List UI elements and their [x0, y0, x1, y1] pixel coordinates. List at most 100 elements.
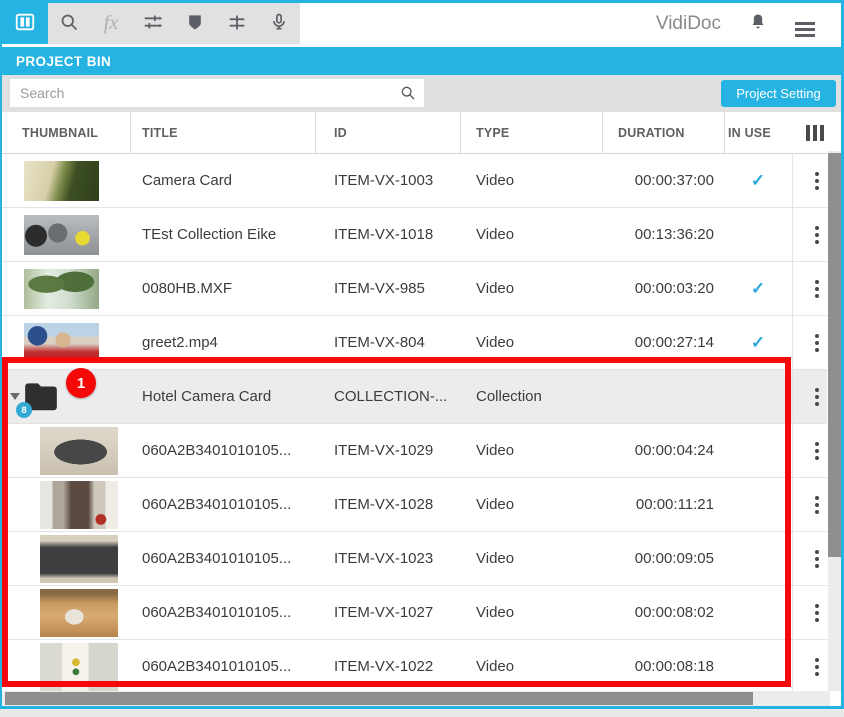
vertical-scrollbar-thumb[interactable]	[828, 153, 841, 557]
item-id: ITEM-VX-1022	[334, 640, 464, 691]
item-title: TEst Collection Eike	[142, 208, 328, 262]
row-menu-kebab-icon[interactable]	[802, 316, 827, 370]
search-tool-button[interactable]	[48, 3, 90, 44]
toolbar-icon-strip: fx	[2, 3, 300, 44]
item-id: ITEM-VX-985	[334, 262, 464, 316]
row-menu-kebab-icon[interactable]	[802, 532, 827, 586]
item-title: 060A2B3401010105...	[142, 478, 328, 532]
table-row-sub-item[interactable]: 060A2B3401010105... ITEM-VX-1022 Video 0…	[2, 640, 827, 691]
item-type: Video	[476, 586, 594, 640]
row-menu-kebab-icon[interactable]	[802, 478, 827, 532]
thumbnail[interactable]	[24, 215, 99, 255]
item-duration: 00:13:36:20	[600, 208, 714, 262]
item-title: Camera Card	[142, 154, 328, 208]
thumbnail[interactable]	[40, 481, 118, 529]
table-row-sub-item[interactable]: 060A2B3401010105... ITEM-VX-1028 Video 0…	[2, 478, 827, 532]
item-type: Video	[476, 532, 594, 586]
fx-effects-icon: fx	[104, 12, 118, 35]
table-body: Camera Card ITEM-VX-1003 Video 00:00:37:…	[2, 154, 827, 691]
effects-tool-button[interactable]: fx	[90, 3, 132, 44]
media-bin-tab[interactable]	[2, 3, 48, 44]
collection-folder-icon[interactable]: 8	[22, 376, 60, 418]
main-menu-button[interactable]	[795, 19, 821, 28]
toolbar-right: VidiDoc	[656, 3, 841, 44]
collection-count-badge: 8	[16, 402, 32, 418]
item-id: ITEM-VX-1029	[334, 424, 464, 478]
item-type: Video	[476, 478, 594, 532]
in-use-check-icon: ✓	[724, 262, 792, 316]
top-toolbar: fx Vi	[2, 3, 841, 44]
magnifier-icon[interactable]	[400, 85, 416, 106]
column-divider	[130, 112, 131, 153]
hamburger-icon	[795, 22, 815, 25]
filmstrip-icon	[14, 11, 36, 36]
item-duration: 00:00:04:24	[600, 424, 714, 478]
shield-tool-button[interactable]	[174, 3, 216, 44]
row-menu-kebab-icon[interactable]	[802, 424, 827, 478]
column-divider	[724, 112, 725, 153]
table-row-sub-item[interactable]: 060A2B3401010105... ITEM-VX-1029 Video 0…	[2, 424, 827, 478]
item-title: 060A2B3401010105...	[142, 424, 328, 478]
row-menu-kebab-icon[interactable]	[802, 640, 827, 691]
row-menu-kebab-icon[interactable]	[802, 370, 827, 424]
row-menu-kebab-icon[interactable]	[802, 154, 827, 208]
collapse-triangle-icon[interactable]	[10, 393, 20, 400]
item-type: Video	[476, 316, 594, 370]
item-duration: 00:00:08:18	[600, 640, 714, 691]
microphone-icon	[269, 12, 289, 35]
notifications-button[interactable]	[745, 12, 771, 35]
column-settings-icon[interactable]	[806, 125, 828, 141]
thumbnail[interactable]	[24, 161, 99, 201]
horizontal-scrollbar[interactable]	[2, 691, 830, 706]
project-setting-button[interactable]: Project Setting	[721, 80, 836, 107]
item-id: ITEM-VX-1027	[334, 586, 464, 640]
column-header-duration[interactable]: DURATION	[618, 112, 685, 154]
column-header-thumbnail[interactable]: THUMBNAIL	[22, 112, 98, 154]
thumbnail[interactable]	[40, 427, 118, 475]
item-title: 060A2B3401010105...	[142, 640, 328, 691]
adjust-tool-button[interactable]	[132, 3, 174, 44]
thumbnail[interactable]	[40, 643, 118, 691]
item-type: Video	[476, 208, 594, 262]
thumbnail[interactable]	[24, 323, 99, 363]
vididoc-window: fx Vi	[0, 0, 844, 709]
in-use-check-icon: ✓	[724, 154, 792, 208]
table-row[interactable]: greet2.mp4 ITEM-VX-804 Video 00:00:27:14…	[2, 316, 827, 370]
search-row: Project Setting	[2, 75, 841, 112]
shield-icon	[185, 12, 205, 35]
thumbnail[interactable]	[24, 269, 99, 309]
thumbnail[interactable]	[40, 589, 118, 637]
column-divider	[602, 112, 603, 153]
item-title: 060A2B3401010105...	[142, 586, 328, 640]
item-type: Video	[476, 154, 594, 208]
item-type: Video	[476, 424, 594, 478]
item-title: greet2.mp4	[142, 316, 328, 370]
collection-row[interactable]: 8 Hotel Camera Card COLLECTION-... Colle…	[2, 370, 827, 424]
row-menu-kebab-icon[interactable]	[802, 262, 827, 316]
column-header-title[interactable]: TITLE	[142, 112, 178, 154]
item-id: ITEM-VX-1028	[334, 478, 464, 532]
item-id: ITEM-VX-1018	[334, 208, 464, 262]
settings-sliders-button[interactable]	[216, 3, 258, 44]
table-row[interactable]: Camera Card ITEM-VX-1003 Video 00:00:37:…	[2, 154, 827, 208]
item-duration: 00:00:11:21	[600, 478, 714, 532]
table-row-sub-item[interactable]: 060A2B3401010105... ITEM-VX-1027 Video 0…	[2, 586, 827, 640]
search-input[interactable]	[10, 79, 424, 107]
column-header-type[interactable]: TYPE	[476, 112, 509, 154]
thumbnail[interactable]	[40, 535, 118, 583]
item-id: ITEM-VX-1023	[334, 532, 464, 586]
column-header-id[interactable]: ID	[334, 112, 347, 154]
horizontal-scrollbar-thumb[interactable]	[5, 692, 753, 705]
item-duration: 00:00:08:02	[600, 586, 714, 640]
vertical-scrollbar[interactable]	[828, 151, 841, 691]
column-divider	[460, 112, 461, 153]
row-menu-kebab-icon[interactable]	[802, 586, 827, 640]
table-row[interactable]: 0080HB.MXF ITEM-VX-985 Video 00:00:03:20…	[2, 262, 827, 316]
table-row-sub-item[interactable]: 060A2B3401010105... ITEM-VX-1023 Video 0…	[2, 532, 827, 586]
item-duration: 00:00:03:20	[600, 262, 714, 316]
row-menu-kebab-icon[interactable]	[802, 208, 827, 262]
item-title: 060A2B3401010105...	[142, 532, 328, 586]
microphone-tool-button[interactable]	[258, 3, 300, 44]
column-header-in-use[interactable]: IN USE	[728, 112, 771, 154]
table-row[interactable]: TEst Collection Eike ITEM-VX-1018 Video …	[2, 208, 827, 262]
